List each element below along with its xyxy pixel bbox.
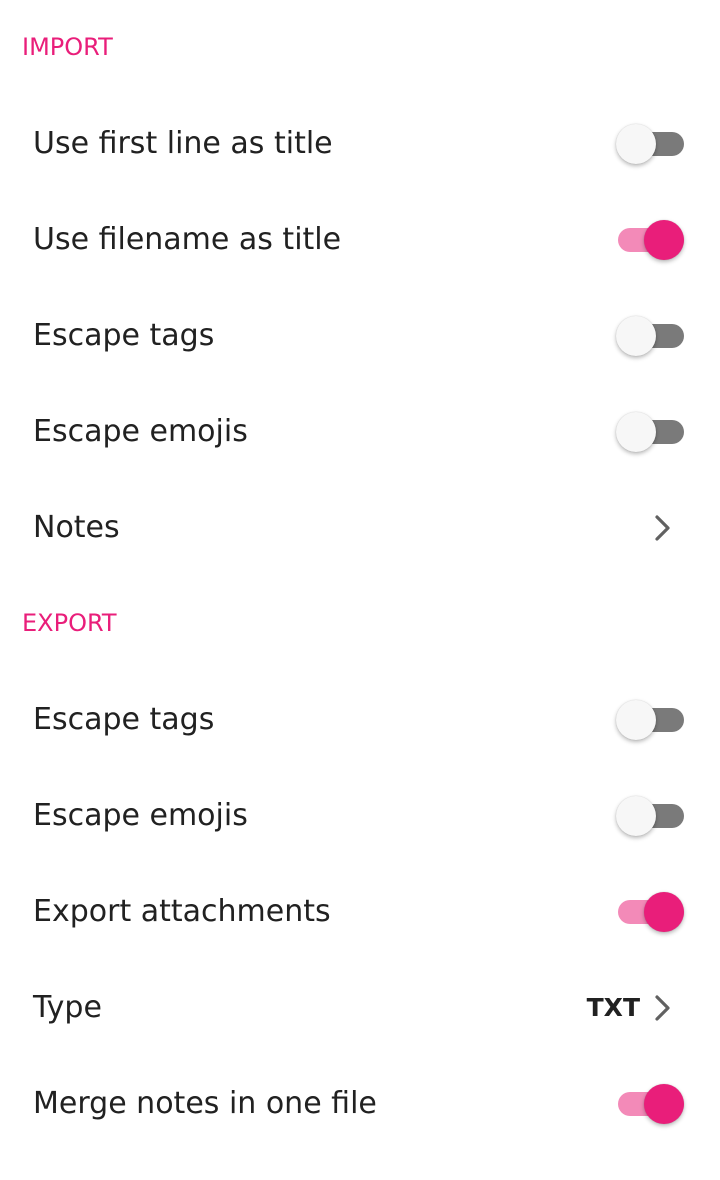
setting-label: Escape emojis — [33, 798, 248, 833]
setting-label: Merge notes in one file — [33, 1086, 377, 1121]
chevron-right-icon — [655, 995, 670, 1021]
toggle-switch[interactable] — [616, 1082, 686, 1126]
toggle-switch[interactable] — [616, 794, 686, 838]
toggle-thumb — [644, 220, 684, 260]
toggle-switch[interactable] — [616, 314, 686, 358]
setting-row-notes[interactable]: Notes — [0, 480, 720, 576]
setting-row-merge-notes-in-one-file[interactable]: Merge notes in one file — [0, 1056, 720, 1152]
setting-label: Type — [33, 990, 102, 1025]
toggle-thumb — [616, 412, 656, 452]
setting-label: Escape tags — [33, 318, 215, 353]
type-value: TXT — [586, 993, 640, 1022]
toggle-switch[interactable] — [616, 122, 686, 166]
toggle-thumb — [644, 892, 684, 932]
setting-row-export-escape-tags[interactable]: Escape tags — [0, 672, 720, 768]
toggle-thumb — [616, 124, 656, 164]
toggle-thumb — [616, 700, 656, 740]
setting-label: Notes — [33, 510, 120, 545]
section-header-import: IMPORT — [22, 33, 113, 61]
setting-label: Escape emojis — [33, 414, 248, 449]
chevron-right-icon — [655, 515, 670, 541]
setting-row-export-escape-emojis[interactable]: Escape emojis — [0, 768, 720, 864]
toggle-switch[interactable] — [616, 410, 686, 454]
setting-label: Export attachments — [33, 894, 331, 929]
setting-row-import-escape-emojis[interactable]: Escape emojis — [0, 384, 720, 480]
toggle-thumb — [644, 1084, 684, 1124]
section-header-export: EXPORT — [22, 609, 117, 637]
toggle-switch[interactable] — [616, 218, 686, 262]
setting-row-type[interactable]: Type TXT — [0, 960, 720, 1056]
setting-label: Escape tags — [33, 702, 215, 737]
setting-label: Use first line as title — [33, 126, 333, 161]
setting-row-use-filename-as-title[interactable]: Use filename as title — [0, 192, 720, 288]
setting-row-use-first-line-as-title[interactable]: Use first line as title — [0, 96, 720, 192]
toggle-switch[interactable] — [616, 890, 686, 934]
setting-label: Use filename as title — [33, 222, 342, 257]
toggle-switch[interactable] — [616, 698, 686, 742]
toggle-thumb — [616, 316, 656, 356]
setting-row-import-escape-tags[interactable]: Escape tags — [0, 288, 720, 384]
setting-row-export-attachments[interactable]: Export attachments — [0, 864, 720, 960]
toggle-thumb — [616, 796, 656, 836]
